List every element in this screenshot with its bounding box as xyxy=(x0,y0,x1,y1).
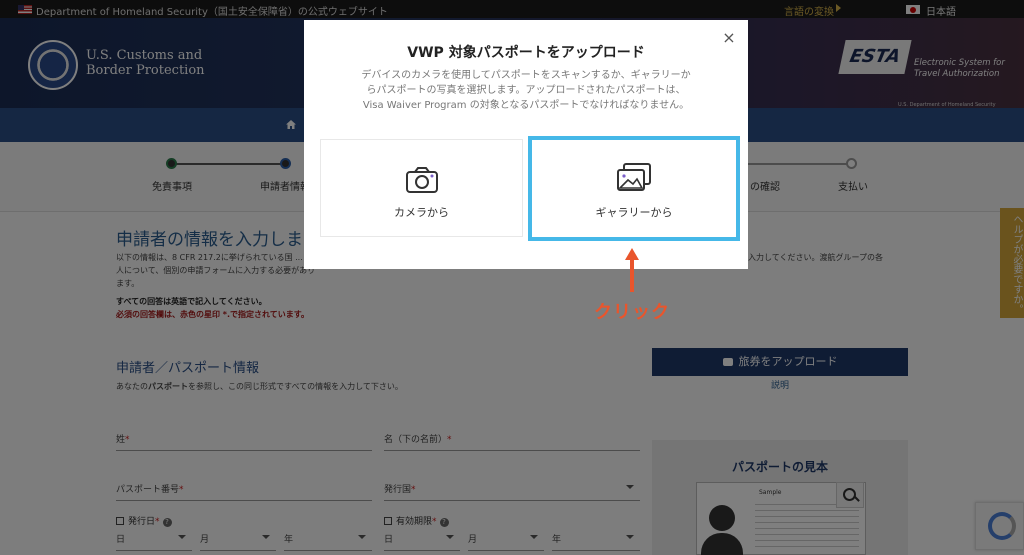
modal-title: VWP 対象パスポートをアップロード xyxy=(407,45,645,61)
arrow-up-icon xyxy=(625,248,639,292)
gallery-option-label: ギャラリーから xyxy=(595,206,673,219)
click-annotation: クリック xyxy=(594,302,670,323)
gallery-option[interactable]: ギャラリーから xyxy=(528,136,740,241)
gallery-icon xyxy=(617,163,651,191)
modal-description: デバイスのカメラを使用してパスポートをスキャンするか、ギャラリーからパスポートの… xyxy=(361,70,691,111)
camera-option[interactable]: カメラから xyxy=(320,139,523,237)
camera-icon xyxy=(405,167,438,193)
upload-modal: VWP 対象パスポートをアップロード × デバイスのカメラを使用してパスポートを… xyxy=(304,20,748,269)
close-icon[interactable]: × xyxy=(722,30,736,46)
camera-option-label: カメラから xyxy=(394,206,449,219)
